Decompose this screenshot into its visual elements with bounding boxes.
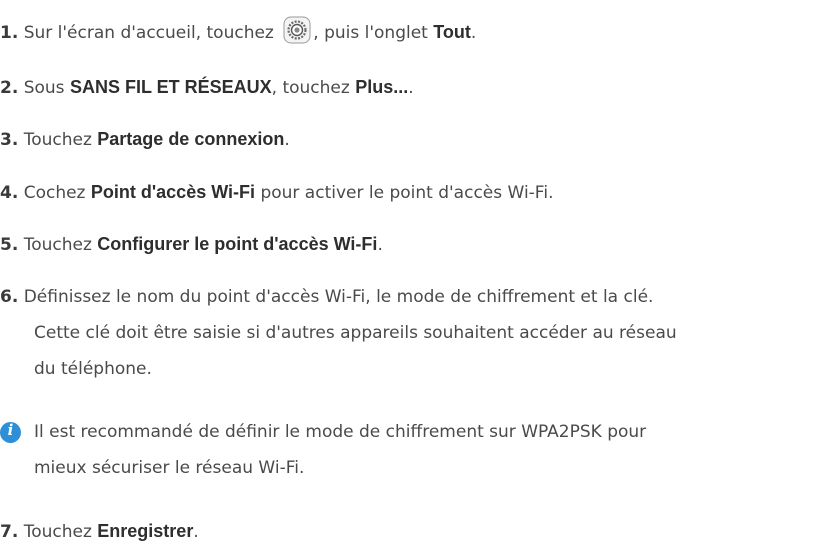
note-line-1: Il est recommandé de définir le mode de … (34, 420, 646, 444)
ui-term: Partage de connexion (97, 129, 285, 149)
step-text: . (193, 522, 199, 542)
step-text: Sur l'écran d'accueil, touchez (23, 23, 280, 43)
step-6: 6. Définissez le nom du point d'accès Wi… (0, 285, 653, 309)
step-7: 7. Touchez Enregistrer. (0, 519, 199, 544)
step-3: 3. Touchez Partage de connexion. (0, 127, 290, 152)
step-4: 4. Cochez Point d'accès Wi-Fi pour activ… (0, 180, 553, 205)
ui-term: Plus... (355, 77, 409, 97)
step-number: 3. (0, 130, 19, 150)
step-text: . (470, 23, 477, 43)
step-text: Cette clé doit être saisie si d'autres a… (34, 323, 677, 343)
step-text: . (284, 130, 290, 150)
step-text: Cochez (23, 183, 91, 203)
note-text: Il est recommandé de définir le mode de … (34, 422, 647, 442)
step-text: . (377, 235, 383, 255)
step-text: , puis l'onglet (313, 23, 434, 43)
ui-term: Point d'accès Wi-Fi (90, 182, 256, 202)
step-text: Touchez (23, 522, 98, 542)
step-2: 2. Sous SANS FIL ET RÉSEAUX, touchez Plu… (0, 75, 414, 100)
step-text: , touchez (271, 78, 356, 98)
step-text: Définissez le nom du point d'accès Wi-Fi… (23, 287, 654, 307)
ui-term: Enregistrer (97, 521, 194, 541)
step-5: 5. Touchez Configurer le point d'accès W… (0, 232, 383, 257)
note-text: mieux sécuriser le réseau Wi-Fi. (34, 458, 305, 478)
step-number: 4. (0, 183, 19, 203)
step-6-line-3: du téléphone. (34, 357, 152, 381)
step-number: 2. (0, 78, 19, 98)
step-text: Touchez (23, 235, 98, 255)
step-text: du téléphone. (34, 359, 152, 379)
ui-term: Configurer le point d'accès Wi-Fi (97, 234, 378, 254)
step-number: 1. (0, 23, 19, 43)
ui-term: SANS FIL ET RÉSEAUX (69, 77, 272, 97)
step-text: pour activer le point d'accès Wi-Fi. (255, 183, 554, 203)
step-6-line-2: Cette clé doit être saisie si d'autres a… (34, 321, 677, 345)
step-text: . (408, 78, 414, 98)
info-icon-glyph: i (7, 421, 14, 439)
step-number: 6. (0, 287, 19, 307)
info-icon: i (0, 421, 21, 443)
step-text: Touchez (23, 130, 98, 150)
step-1: 1. Sur l'écran d'accueil, touchez , puis… (0, 16, 477, 45)
ui-term: Tout (433, 22, 471, 42)
note-line-2: mieux sécuriser le réseau Wi-Fi. (34, 456, 304, 480)
step-number: 5. (0, 235, 19, 255)
settings-app-icon (283, 16, 311, 44)
step-number: 7. (0, 522, 19, 542)
step-text: Sous (23, 78, 70, 98)
